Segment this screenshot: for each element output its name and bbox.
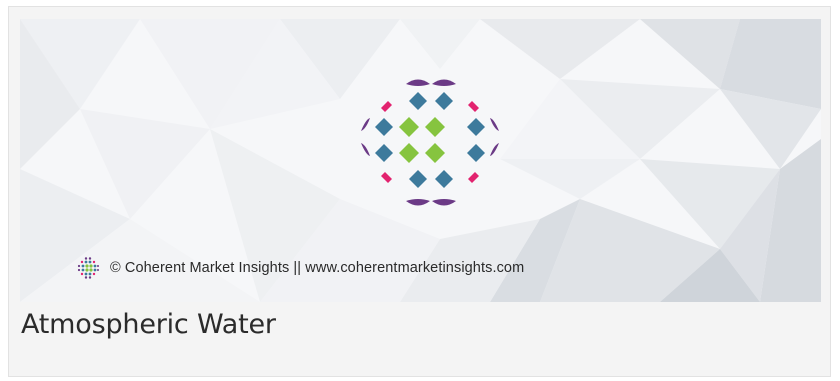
page: © Coherent Market Insights || www.cohere… (0, 0, 840, 381)
copyright-text: © Coherent Market Insights || www.cohere… (110, 260, 525, 276)
coherent-market-insights-mini-logo-icon (77, 257, 99, 279)
report-title[interactable]: Atmospheric Water (21, 309, 276, 340)
report-card[interactable]: © Coherent Market Insights || www.cohere… (8, 6, 831, 377)
copyright-row: © Coherent Market Insights || www.cohere… (76, 257, 524, 279)
report-banner-image[interactable]: © Coherent Market Insights || www.cohere… (20, 19, 821, 302)
